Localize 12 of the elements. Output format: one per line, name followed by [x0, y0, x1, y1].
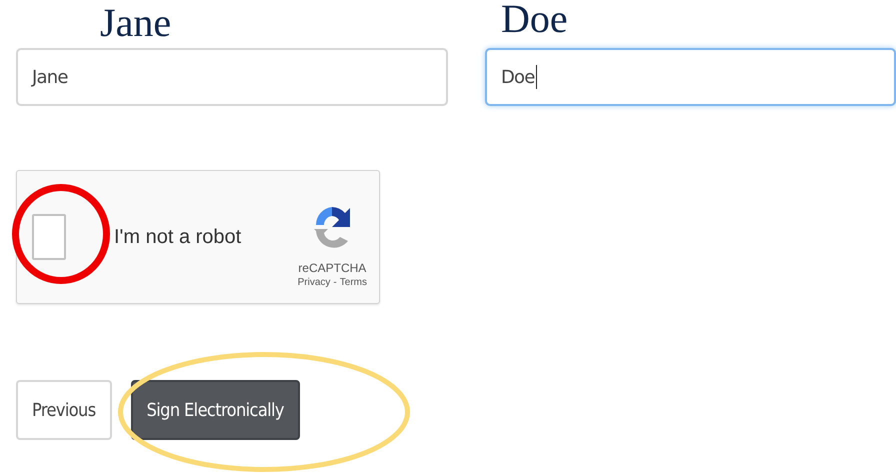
- text-field[interactable]: Doe: [485, 48, 896, 106]
- link-separator: -: [333, 276, 337, 288]
- field-caption: Doe: [500, 0, 569, 43]
- terms-link[interactable]: Terms: [340, 276, 367, 288]
- sign-button[interactable]: Sign Electronically: [130, 380, 300, 440]
- privacy-link[interactable]: Privacy: [298, 276, 330, 288]
- field-caption: Jane: [99, 2, 172, 47]
- checkbox-label: I'm not a robot: [114, 226, 242, 248]
- previous-button[interactable]: Previous: [16, 380, 112, 440]
- checkbox[interactable]: [32, 214, 66, 260]
- brand-name: reCAPTCHA: [298, 260, 366, 274]
- text-field[interactable]: Jane: [16, 48, 448, 106]
